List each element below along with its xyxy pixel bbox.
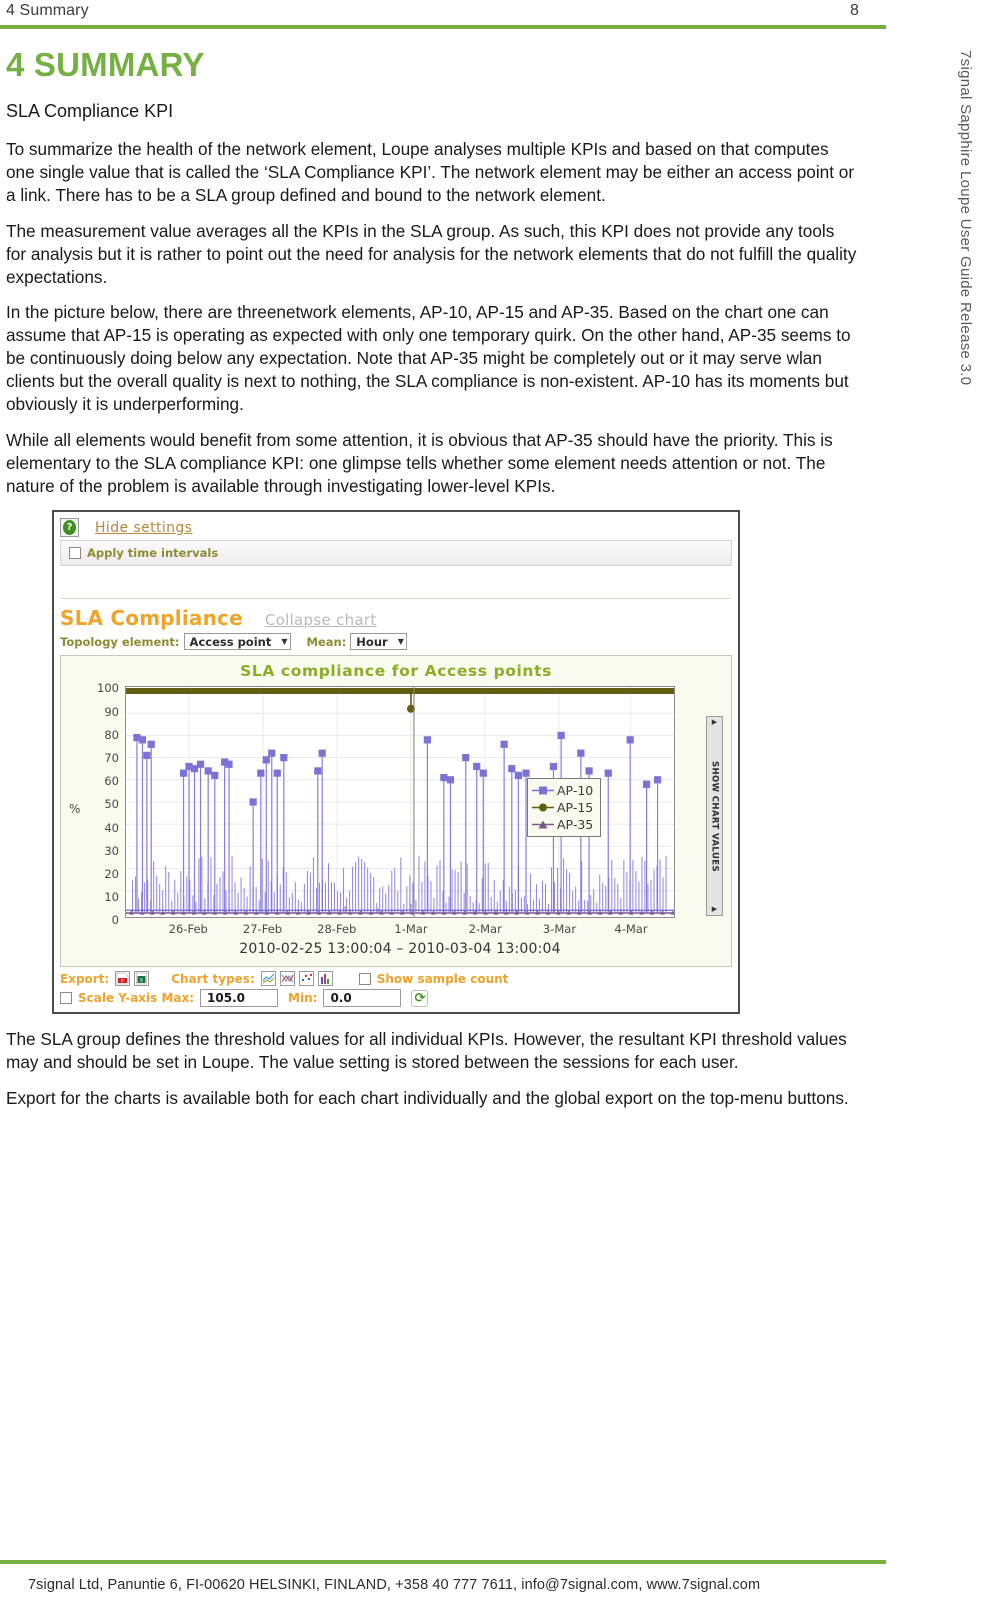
page-content: 4 SUMMARY SLA Compliance KPI To summariz… (6, 46, 858, 1123)
apply-time-intervals-label: Apply time intervals (87, 546, 219, 561)
legend-label: AP-10 (557, 783, 594, 799)
y-axis-tick-label: 30 (104, 843, 119, 858)
x-axis-ticks: 26-Feb 27-Feb 28-Feb 1-Mar 2-Mar 3-Mar 4-Mar (125, 922, 675, 940)
mean-value: Hour (356, 634, 388, 649)
scatter-chart-icon[interactable] (279, 971, 295, 987)
app-toolbar: ? Hide settings (54, 512, 738, 541)
chart-area: SLA compliance for Access points % 100 90… (60, 655, 732, 968)
x-axis-tick-label: 1-Mar (394, 922, 428, 937)
mean-select[interactable]: Hour ▼ (350, 633, 407, 651)
export-toolbar: Export: P X Chart types: Show sample cou… (54, 967, 738, 988)
topology-element-select[interactable]: Access point ▼ (183, 633, 291, 651)
body-paragraph: In the picture below, there are threenet… (6, 302, 851, 414)
section-subheading: SLA Compliance KPI (6, 100, 174, 121)
export-label: Export: (60, 971, 110, 986)
caret-up-icon: ▶ (711, 718, 718, 727)
help-icon[interactable]: ? (60, 518, 79, 538)
topology-element-label: Topology element: (60, 634, 180, 649)
chapter-heading: 4 SUMMARY (6, 46, 205, 83)
bar-chart-icon[interactable] (317, 971, 333, 987)
apply-time-intervals-checkbox[interactable] (69, 547, 81, 560)
x-axis-tick-label: 4-Mar (614, 922, 648, 937)
point-chart-icon[interactable] (298, 971, 314, 987)
collapse-chart-link[interactable]: Collapse chart (265, 611, 377, 629)
caret-down-icon: ▶ (711, 905, 718, 914)
body-paragraph: While all elements would benefit from so… (6, 429, 833, 496)
chart-title: SLA compliance for Access points (240, 662, 552, 681)
embedded-app-screenshot: ? Hide settings Apply time intervals SLA… (52, 510, 740, 1015)
excel-export-icon[interactable]: X (134, 971, 150, 987)
y-axis-ticks: 100 90 80 70 60 50 40 30 20 10 0 (89, 681, 119, 927)
chart-legend: AP-10 AP-15 AP-35 (527, 778, 602, 838)
body-paragraph: Export for the charts is available both … (6, 1088, 849, 1109)
header-page-number: 8 (850, 2, 859, 19)
legend-square-icon (532, 785, 554, 796)
y-axis-tick-label: 20 (104, 867, 119, 882)
chart-types-label: Chart types: (171, 971, 255, 986)
y-axis-tick-label: 90 (104, 704, 119, 719)
line-chart-icon[interactable] (260, 971, 276, 987)
chart-date-range-label: 2010-02-25 13:00:04 – 2010-03-04 13:00:0… (239, 941, 561, 958)
scale-y-min-label: Min: (288, 991, 318, 1006)
refresh-icon[interactable]: ⟳ (411, 989, 429, 1007)
footer-contact-text: 7signal Ltd, Panuntie 6, FI-00620 HELSIN… (28, 1577, 761, 1593)
legend-triangle-icon (532, 819, 554, 830)
scale-y-axis-label: Scale Y-axis Max: (78, 991, 195, 1006)
header-section-title: 4 Summary (6, 2, 89, 19)
x-axis-tick-label: 28-Feb (317, 922, 357, 937)
legend-item: AP-35 (532, 816, 593, 833)
y-axis-tick-label: 70 (104, 751, 119, 766)
page-header: 4 Summary 8 (0, 0, 982, 40)
x-axis-tick-label: 26-Feb (168, 922, 208, 937)
y-axis-tick-label: 50 (104, 797, 119, 812)
chart-controls-row: Topology element: Access point ▼ Mean: H… (54, 632, 738, 655)
footer-divider-rule (0, 1560, 886, 1564)
legend-circle-icon (532, 802, 554, 813)
body-paragraph: The measurement value averages all the K… (6, 220, 857, 287)
legend-label: AP-35 (557, 817, 594, 833)
scale-y-min-input[interactable]: 0.0 (323, 989, 402, 1008)
x-axis-tick-label: 27-Feb (242, 922, 283, 937)
show-sample-count-label: Show sample count (376, 971, 509, 986)
settings-spacer (60, 566, 732, 600)
legend-item: AP-10 (532, 782, 593, 799)
settings-panel: Apply time intervals (60, 540, 732, 567)
mean-label: Mean: (306, 634, 347, 649)
show-chart-values-tab[interactable]: ▶ SHOW CHART VALUES ▶ (706, 716, 723, 917)
topology-element-value: Access point (189, 634, 272, 649)
y-axis-tick-label: 60 (104, 774, 119, 789)
body-paragraph: To summarize the health of the network e… (6, 139, 855, 205)
pdf-export-icon[interactable]: P (115, 971, 131, 987)
y-axis-tick-label: 40 (104, 820, 119, 835)
scale-y-axis-checkbox[interactable] (60, 992, 72, 1005)
scale-y-axis-toolbar: Scale Y-axis Max: 105.0 Min: 0.0 ⟳ (54, 988, 738, 1012)
chevron-down-icon: ▼ (397, 637, 404, 647)
x-axis-tick-label: 3-Mar (542, 922, 577, 937)
chevron-down-icon: ▼ (281, 637, 288, 647)
show-chart-values-label: SHOW CHART VALUES (709, 760, 720, 872)
y-axis-tick-label: 0 (111, 913, 119, 928)
legend-label: AP-15 (557, 800, 594, 816)
y-axis-label: % (69, 802, 81, 817)
scale-y-max-input[interactable]: 105.0 (200, 989, 279, 1008)
legend-item: AP-15 (532, 799, 593, 816)
document-side-title: 7signal Sapphire Loupe User Guide Releas… (957, 50, 974, 386)
chart-panel-header: SLA Compliance Collapse chart (54, 599, 738, 632)
y-axis-tick-label: 10 (104, 890, 119, 905)
y-axis-tick-label: 100 (97, 681, 119, 696)
x-axis-tick-label: 2-Mar (468, 922, 502, 937)
show-sample-count-checkbox[interactable] (358, 972, 371, 985)
body-paragraph: The SLA group defines the threshold valu… (6, 1029, 847, 1073)
header-divider-rule (0, 25, 886, 29)
chart-panel-title: SLA Compliance (60, 606, 243, 631)
svg-text:X: X (140, 978, 144, 984)
y-axis-tick-label: 80 (104, 727, 119, 742)
hide-settings-link[interactable]: Hide settings (95, 520, 192, 536)
